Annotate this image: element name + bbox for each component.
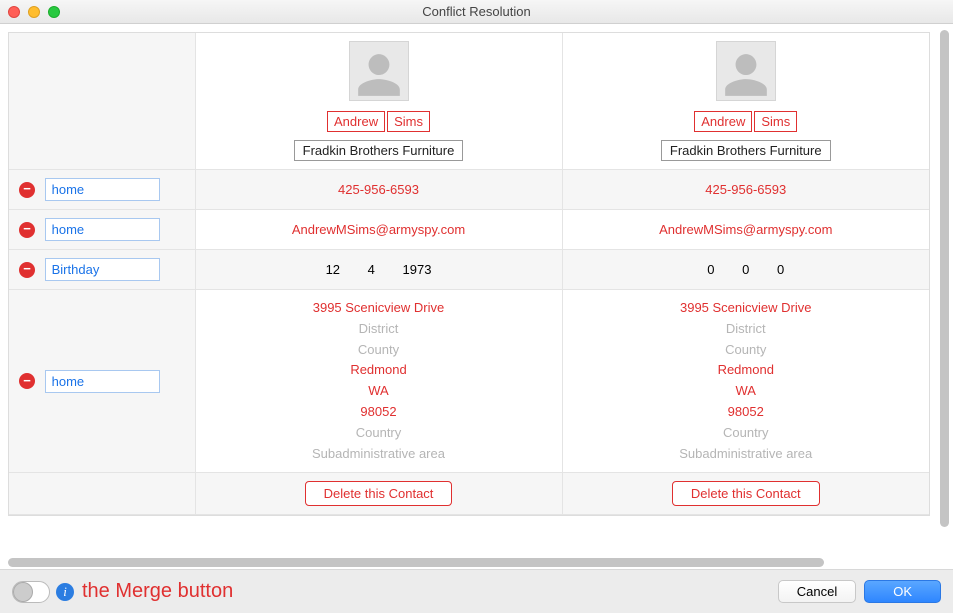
- first-name-chip[interactable]: Andrew: [327, 111, 385, 132]
- address-right[interactable]: 3995 Scenicview Drive District County Re…: [562, 290, 929, 473]
- field-label-input[interactable]: Birthday: [45, 258, 160, 281]
- info-icon[interactable]: i: [56, 583, 74, 601]
- email-left[interactable]: AndrewMSims@armyspy.com: [195, 210, 562, 250]
- merge-hint-label: the Merge button: [82, 580, 233, 603]
- last-name-chip[interactable]: Sims: [754, 111, 797, 132]
- delete-contact-button[interactable]: Delete this Contact: [305, 481, 453, 506]
- field-label-input[interactable]: home: [45, 370, 160, 393]
- birthday-right[interactable]: 0 0 0: [562, 250, 929, 290]
- contact-card-left: AndrewSims Fradkin Brothers Furniture: [195, 33, 562, 170]
- avatar-icon: [349, 41, 409, 101]
- content-area: AndrewSims Fradkin Brothers Furniture An…: [0, 24, 953, 569]
- conflict-table: AndrewSims Fradkin Brothers Furniture An…: [9, 33, 929, 515]
- titlebar: Conflict Resolution: [0, 0, 953, 24]
- avatar-icon: [716, 41, 776, 101]
- phone-right[interactable]: 425-956-6593: [562, 170, 929, 210]
- contact-card-right: AndrewSims Fradkin Brothers Furniture: [562, 33, 929, 170]
- remove-row-icon[interactable]: [19, 182, 35, 198]
- last-name-chip[interactable]: Sims: [387, 111, 430, 132]
- email-right[interactable]: AndrewMSims@armyspy.com: [562, 210, 929, 250]
- company-chip[interactable]: Fradkin Brothers Furniture: [661, 140, 831, 161]
- ok-button[interactable]: OK: [864, 580, 941, 603]
- vertical-scrollbar[interactable]: [940, 30, 949, 553]
- delete-contact-button[interactable]: Delete this Contact: [672, 481, 820, 506]
- field-label-input[interactable]: home: [45, 178, 160, 201]
- horizontal-scrollbar[interactable]: [8, 558, 935, 567]
- first-name-chip[interactable]: Andrew: [694, 111, 752, 132]
- field-label-input[interactable]: home: [45, 218, 160, 241]
- footer-bar: i the Merge button Cancel OK: [0, 569, 953, 613]
- company-chip[interactable]: Fradkin Brothers Furniture: [294, 140, 464, 161]
- remove-row-icon[interactable]: [19, 222, 35, 238]
- remove-row-icon[interactable]: [19, 262, 35, 278]
- window-title: Conflict Resolution: [0, 4, 953, 19]
- address-left[interactable]: 3995 Scenicview Drive District County Re…: [195, 290, 562, 473]
- birthday-left[interactable]: 12 4 1973: [195, 250, 562, 290]
- cancel-button[interactable]: Cancel: [778, 580, 856, 603]
- phone-left[interactable]: 425-956-6593: [195, 170, 562, 210]
- remove-row-icon[interactable]: [19, 373, 35, 389]
- merge-toggle[interactable]: [12, 581, 50, 603]
